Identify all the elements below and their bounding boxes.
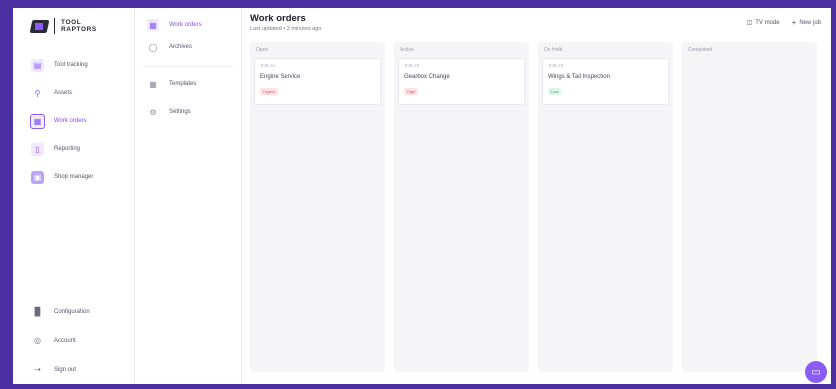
- card-id: JOB-41: [260, 63, 276, 68]
- priority-badge: Low: [548, 88, 562, 95]
- bottom-nav: █ Configuration ◎ Account ⇢ Sign out: [13, 297, 134, 384]
- tv-mode-button[interactable]: ◫ TV mode: [746, 19, 780, 27]
- sub-sidebar: ▦ Work orders ◯ Archives ▦ Templates ⚙ S…: [135, 8, 242, 384]
- app-window: TOOL RAPTORS ▤ Tool tracking ⚲ Assets ▦ …: [13, 8, 831, 384]
- new-job-label: New job: [799, 19, 821, 26]
- nav-item-label: Sign out: [54, 366, 77, 373]
- nav-item-account[interactable]: ◎ Account: [13, 326, 134, 355]
- column-title: Active: [400, 47, 414, 53]
- card-id: JOB-43: [548, 63, 564, 68]
- subnav-item-work-orders[interactable]: ▦ Work orders: [135, 14, 241, 36]
- last-updated-text: Last updated • 2 minutes ago: [250, 26, 322, 32]
- main-content: Work orders Last updated • 2 minutes ago…: [242, 8, 831, 384]
- brand-logo[interactable]: TOOL RAPTORS: [13, 11, 134, 41]
- header-actions: ◫ TV mode + New job: [747, 13, 821, 27]
- nav-item-label: Shop manager: [54, 174, 94, 180]
- card-title: Engine Service: [260, 74, 301, 80]
- work-orders-list-icon: ▦: [147, 19, 159, 31]
- work-order-card[interactable]: JOB-43 Wings & Tail Inspection Low: [542, 58, 669, 105]
- nav-item-label: Reporting: [54, 146, 81, 152]
- tv-icon: ◫: [746, 20, 753, 26]
- subnav-item-archives[interactable]: ◯ Archives: [135, 36, 241, 58]
- subnav-item-settings[interactable]: ⚙ Settings: [135, 101, 241, 123]
- settings-icon: ⚙: [149, 107, 157, 117]
- subnav-item-label: Archives: [169, 44, 193, 50]
- subnav-item-label: Work orders: [169, 22, 202, 28]
- subnav-item-templates[interactable]: ▦ Templates: [135, 73, 241, 95]
- work-order-card[interactable]: JOB-41 Engine Service Urgent: [254, 58, 381, 105]
- tv-mode-label: TV mode: [755, 19, 780, 26]
- nav-item-label: Assets: [54, 90, 73, 96]
- configuration-icon: █: [34, 307, 41, 316]
- column-active: Active JOB-42 Gearbox Change High: [394, 42, 529, 372]
- nav-item-label: Work orders: [54, 118, 87, 124]
- shop-manager-icon: ▣: [31, 170, 44, 184]
- chat-launcher-button[interactable]: ▭: [805, 361, 827, 383]
- work-orders-icon: ▦: [30, 113, 45, 129]
- nav-item-shop-manager[interactable]: ▣ Shop manager: [13, 163, 134, 191]
- account-icon: ◎: [34, 336, 41, 345]
- column-title: Completed: [688, 47, 713, 53]
- column-on-hold: On Hold JOB-43 Wings & Tail Inspection L…: [538, 42, 673, 372]
- plus-icon: +: [791, 18, 797, 27]
- new-job-button[interactable]: + New job: [792, 18, 821, 27]
- assets-icon: ⚲: [34, 88, 41, 98]
- tool-tracking-icon: ▤: [31, 58, 44, 72]
- nav-item-assets[interactable]: ⚲ Assets: [13, 79, 134, 107]
- card-id: JOB-42: [404, 63, 420, 68]
- card-title: Gearbox Change: [404, 74, 450, 80]
- work-order-card[interactable]: JOB-42 Gearbox Change High: [398, 58, 525, 105]
- column-title: Open: [256, 47, 269, 53]
- page-title: Work orders: [250, 13, 306, 24]
- column-completed: Completed: [682, 42, 817, 372]
- brand-name-line2: RAPTORS: [61, 26, 97, 33]
- card-title: Wings & Tail Inspection: [548, 74, 610, 80]
- subnav-divider: [143, 66, 233, 67]
- archive-icon: ◯: [148, 42, 158, 52]
- page-header: Work orders Last updated • 2 minutes ago…: [250, 8, 831, 42]
- column-open: Open JOB-41 Engine Service Urgent: [250, 42, 385, 372]
- subnav-item-label: Settings: [169, 109, 191, 115]
- nav-item-configuration[interactable]: █ Configuration: [13, 297, 134, 326]
- column-title: On Hold: [544, 47, 563, 53]
- sidebar: TOOL RAPTORS ▤ Tool tracking ⚲ Assets ▦ …: [13, 8, 135, 384]
- chat-icon: ▭: [811, 366, 821, 378]
- nav-item-label: Tool tracking: [54, 62, 88, 68]
- subnav-item-label: Templates: [169, 81, 197, 87]
- nav-item-label: Configuration: [54, 308, 90, 315]
- nav-item-label: Account: [54, 337, 76, 344]
- kanban-board: Open JOB-41 Engine Service Urgent Active…: [250, 42, 831, 372]
- brand-name: TOOL RAPTORS: [61, 19, 97, 33]
- brand-name-line1: TOOL: [61, 19, 82, 26]
- logo-mark-icon: [29, 19, 50, 33]
- logo-divider: [54, 18, 55, 34]
- nav-item-tool-tracking[interactable]: ▤ Tool tracking: [13, 51, 134, 79]
- priority-badge: High: [404, 88, 419, 95]
- main-nav: ▤ Tool tracking ⚲ Assets ▦ Work orders ▯…: [13, 51, 134, 191]
- templates-icon: ▦: [149, 79, 157, 89]
- reporting-icon: ▯: [31, 142, 44, 156]
- nav-item-sign-out[interactable]: ⇢ Sign out: [13, 355, 134, 384]
- nav-item-work-orders[interactable]: ▦ Work orders: [13, 107, 134, 135]
- priority-badge: Urgent: [260, 88, 279, 95]
- sign-out-icon: ⇢: [34, 365, 41, 374]
- nav-item-reporting[interactable]: ▯ Reporting: [13, 135, 134, 163]
